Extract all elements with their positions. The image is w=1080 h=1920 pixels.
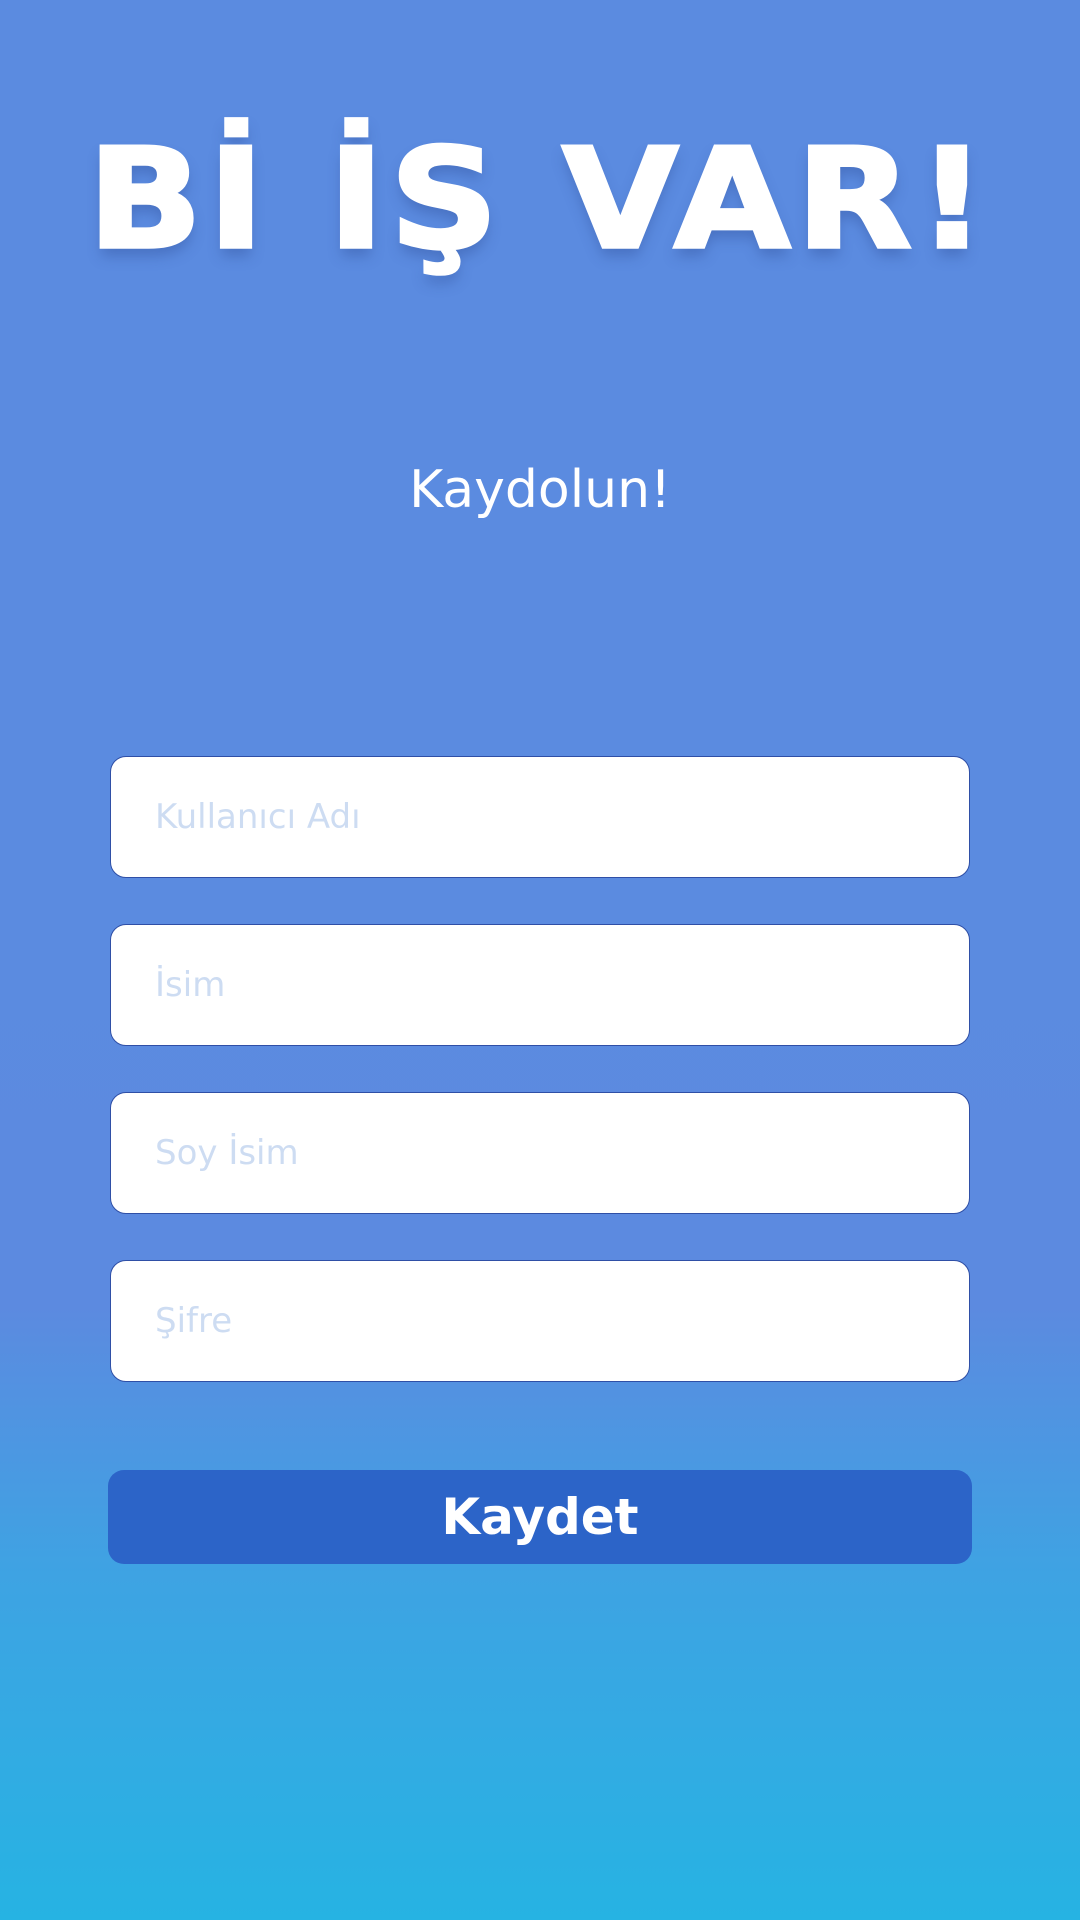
save-button[interactable]: Kaydet — [108, 1470, 972, 1564]
username-field[interactable] — [110, 756, 970, 878]
password-field[interactable] — [110, 1260, 970, 1382]
app-title: Bİ İŞ VAR! — [86, 119, 993, 281]
first-name-field[interactable] — [110, 924, 970, 1046]
page-subtitle: Kaydolun! — [409, 460, 671, 520]
last-name-field[interactable] — [110, 1092, 970, 1214]
